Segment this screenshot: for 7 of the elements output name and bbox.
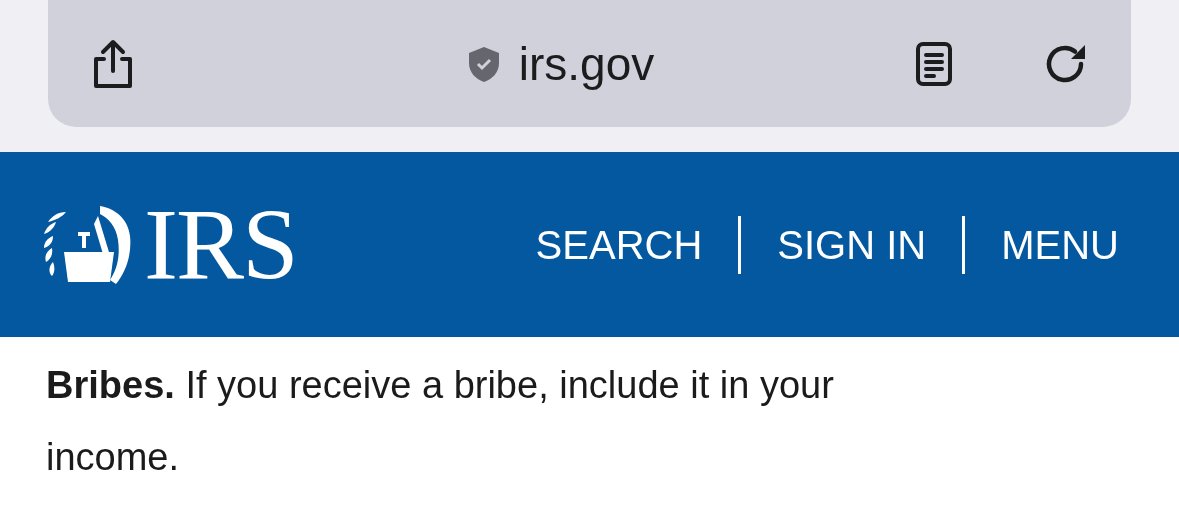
logo-text[interactable]: IRS xyxy=(144,193,297,296)
nav-link[interactable]: MENU xyxy=(962,215,1119,274)
body-paragraph: Bribes. If you receive a bribe, include it in your income. xyxy=(45,363,835,480)
shield-check-icon xyxy=(466,44,501,83)
nav-link[interactable]: SIGN IN xyxy=(738,215,963,274)
reader-icon[interactable] xyxy=(915,40,953,87)
nav-link[interactable]: SEARCH xyxy=(499,215,739,274)
